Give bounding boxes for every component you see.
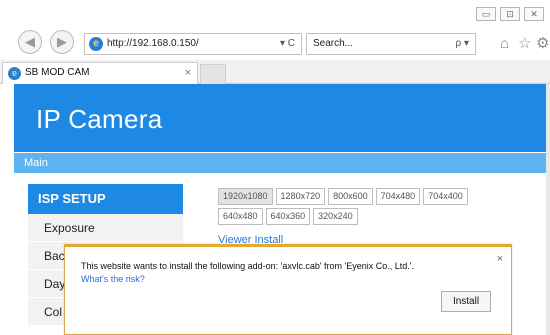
resolution-button[interactable]: 320x240 — [313, 208, 358, 225]
resolution-button[interactable]: 1920x1080 — [218, 188, 273, 205]
resolution-selector: 1920x1080 1280x720 800x600 704x480 704x4… — [218, 188, 508, 228]
settings-icon[interactable]: ⚙ — [536, 36, 549, 52]
page-header: IP Camera — [14, 84, 546, 152]
tab-sb-mod-cam[interactable]: e SB MOD CAM × — [2, 62, 198, 84]
resolution-row: 1920x1080 1280x720 800x600 704x480 704x4… — [218, 188, 508, 205]
back-button[interactable]: ◀ — [18, 30, 42, 54]
search-icon[interactable]: ρ ▾ — [456, 34, 470, 54]
navigation-bar: ◀ ▶ e http://192.168.0.150/ ▾ C Search..… — [0, 26, 550, 62]
tab-close-icon[interactable]: × — [185, 63, 191, 83]
refresh-icon[interactable]: ▾ C — [280, 34, 295, 54]
close-icon[interactable]: × — [497, 253, 503, 265]
search-input[interactable]: Search... ρ ▾ — [306, 33, 476, 55]
forward-button[interactable]: ▶ — [50, 30, 74, 54]
resolution-button[interactable]: 704x400 — [423, 188, 468, 205]
install-button[interactable]: Install — [441, 291, 491, 312]
ie-logo-icon: e — [89, 37, 103, 51]
ie-favicon-icon: e — [8, 67, 21, 80]
tab-strip: e SB MOD CAM × — [0, 60, 550, 84]
resolution-button[interactable]: 640x360 — [265, 208, 311, 225]
resolution-row: 640x480 640x360 320x240 — [218, 208, 508, 225]
search-placeholder: Search... — [313, 38, 354, 49]
close-window-button[interactable]: ✕ — [524, 7, 544, 21]
resolution-button[interactable]: 640x480 — [218, 208, 263, 225]
minimize-button[interactable]: ▭ — [476, 7, 496, 21]
url-text: http://192.168.0.150/ — [107, 38, 199, 49]
page-title: IP Camera — [36, 104, 163, 134]
resolution-button[interactable]: 1280x720 — [275, 188, 326, 205]
favorites-icon[interactable]: ☆ — [518, 36, 531, 52]
whats-the-risk-link[interactable]: What's the risk? — [81, 274, 145, 284]
page-scrollbar[interactable] — [546, 84, 550, 335]
browser-window: ▭ ⊡ ✕ ◀ ▶ e http://192.168.0.150/ ▾ C Se… — [0, 0, 550, 335]
new-tab-button[interactable] — [200, 64, 226, 84]
addon-message: This website wants to install the follow… — [81, 261, 415, 271]
resolution-button[interactable]: 800x600 — [328, 188, 373, 205]
tab-title: SB MOD CAM — [25, 67, 90, 78]
home-icon[interactable]: ⌂ — [500, 36, 509, 52]
address-bar[interactable]: e http://192.168.0.150/ ▾ C — [84, 33, 302, 55]
sidebar-item-exposure[interactable]: Exposure — [28, 214, 183, 242]
maximize-button[interactable]: ⊡ — [500, 7, 520, 21]
sidebar-header-isp-setup[interactable]: ISP SETUP — [28, 184, 183, 214]
main-menu-bar[interactable]: Main — [14, 153, 546, 173]
resolution-button[interactable]: 704x480 — [375, 188, 421, 205]
addon-install-infobar: This website wants to install the follow… — [64, 244, 512, 335]
